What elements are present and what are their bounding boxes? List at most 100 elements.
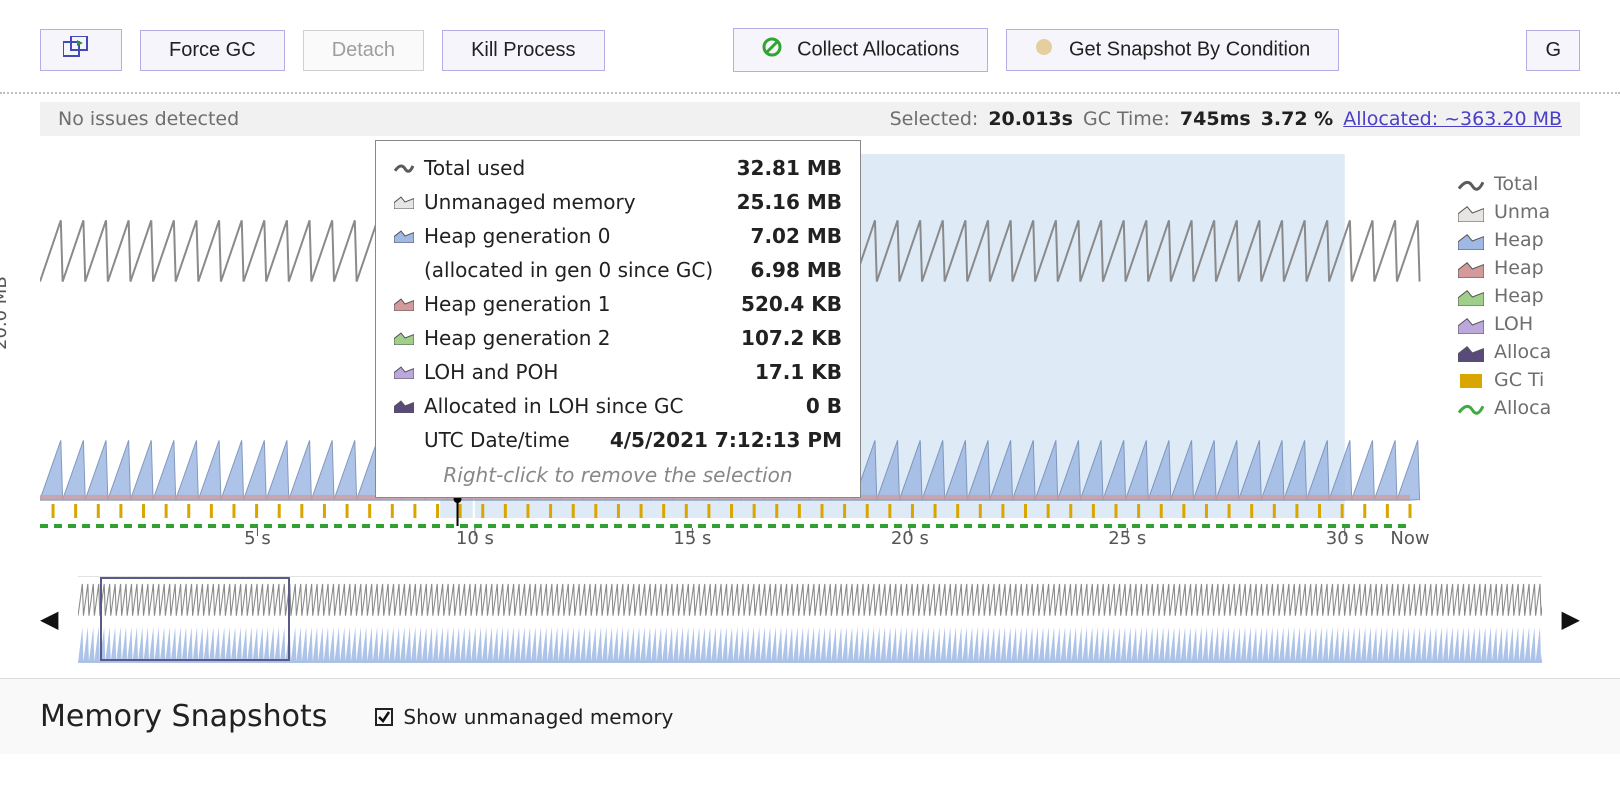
x-tick: 25 s xyxy=(1108,528,1146,549)
selected-label: Selected: xyxy=(890,108,979,130)
swatch-icon xyxy=(394,229,414,243)
tooltip-row-value: 7.02 MB xyxy=(751,224,842,248)
forbidden-icon xyxy=(762,37,782,63)
tooltip-row-value: 32.81 MB xyxy=(737,156,842,180)
profile-button[interactable] xyxy=(40,29,122,71)
x-tick: 20 s xyxy=(891,528,929,549)
toolbar: Force GC Detach Kill Process Collect All… xyxy=(0,0,1620,94)
legend-item[interactable]: Heap xyxy=(1458,226,1620,254)
tooltip-row-value: 4/5/2021 7:12:13 PM xyxy=(610,428,842,452)
legend-label: Heap xyxy=(1494,229,1544,251)
legend-item[interactable]: Total xyxy=(1458,170,1620,198)
gc-time-pct: 3.72 % xyxy=(1261,108,1334,130)
overview-svg xyxy=(78,577,1541,663)
tooltip-row-label: Total used xyxy=(424,156,525,180)
y-axis: 20.0 MB xyxy=(0,140,40,560)
show-unmanaged-label: Show unmanaged memory xyxy=(403,705,673,729)
swatch-icon xyxy=(394,399,414,413)
overview-selection[interactable] xyxy=(100,577,290,661)
tooltip-row-label: (allocated in gen 0 since GC) xyxy=(424,258,713,282)
tooltip-row-label: Unmanaged memory xyxy=(424,190,636,214)
snapshots-title: Memory Snapshots xyxy=(40,699,327,734)
legend-item[interactable]: LOH xyxy=(1458,310,1620,338)
swatch-icon xyxy=(1458,400,1484,416)
tooltip-row-label: Heap generation 0 xyxy=(424,224,611,248)
overview-right-icon[interactable]: ▶ xyxy=(1562,605,1580,633)
tooltip-row-label: UTC Date/time xyxy=(424,428,570,452)
legend-item[interactable]: GC Ti xyxy=(1458,366,1620,394)
tooltip-row-label: Heap generation 1 xyxy=(424,292,611,316)
detach-button: Detach xyxy=(303,30,424,71)
chart-legend: TotalUnmaHeapHeapHeapLOHAllocaGC TiAlloc… xyxy=(1450,140,1620,560)
show-unmanaged-checkbox[interactable]: Show unmanaged memory xyxy=(375,705,673,729)
x-tick: Now xyxy=(1390,528,1429,549)
tooltip-row: (allocated in gen 0 since GC)6.98 MB xyxy=(394,253,842,287)
legend-item[interactable]: Alloca xyxy=(1458,394,1620,422)
tooltip-row: Total used 32.81 MB xyxy=(394,151,842,185)
swatch-icon xyxy=(394,331,414,345)
collect-allocations-button[interactable]: Collect Allocations xyxy=(733,28,989,72)
swatch-icon xyxy=(1458,316,1484,332)
x-axis: 5 s 10 s 15 s 20 s 25 s 30 s Now xyxy=(40,528,1450,564)
allocated-link[interactable]: Allocated: ~363.20 MB xyxy=(1343,108,1562,130)
x-tick: 5 s xyxy=(244,528,271,549)
tooltip-row: UTC Date/time 4/5/2021 7:12:13 PM xyxy=(394,423,842,457)
tooltip-hint: Right-click to remove the selection xyxy=(394,457,842,489)
swatch-icon xyxy=(1458,204,1484,220)
swatch-icon xyxy=(1458,176,1484,192)
tooltip-row-value: 25.16 MB xyxy=(737,190,842,214)
legend-item[interactable]: Unma xyxy=(1458,198,1620,226)
legend-label: Alloca xyxy=(1494,397,1551,419)
tooltip-row: Heap generation 1 520.4 KB xyxy=(394,287,842,321)
snapshots-bar: Memory Snapshots Show unmanaged memory xyxy=(0,678,1620,754)
swatch-icon xyxy=(394,195,414,209)
x-tick: 15 s xyxy=(673,528,711,549)
tooltip-row-label: LOH and POH xyxy=(424,360,558,384)
overview-left-icon[interactable]: ◀ xyxy=(40,605,58,633)
tooltip-row-value: 520.4 KB xyxy=(741,292,842,316)
memory-chart[interactable]: 20.0 MB Total used 32.81 MB Unmanaged memo… xyxy=(0,140,1620,560)
swatch-icon xyxy=(394,365,414,379)
y-axis-label: 20.0 MB xyxy=(0,276,11,350)
tooltip-row-value: 107.2 KB xyxy=(741,326,842,350)
kill-process-button[interactable]: Kill Process xyxy=(442,30,604,71)
gc-time-label: GC Time: xyxy=(1083,108,1170,130)
snapshot-condition-label: Get Snapshot By Condition xyxy=(1069,38,1310,60)
selected-value: 20.013s xyxy=(988,108,1073,130)
overview-strip[interactable]: ◀ ▶ xyxy=(40,574,1580,664)
extra-button[interactable]: G xyxy=(1526,30,1580,71)
issues-status: No issues detected xyxy=(58,108,890,130)
swatch-icon xyxy=(394,161,414,175)
collect-allocations-label: Collect Allocations xyxy=(797,38,959,60)
x-tick: 30 s xyxy=(1326,528,1364,549)
plot-area[interactable]: Total used 32.81 MB Unmanaged memory 25.16 … xyxy=(40,140,1450,560)
legend-label: Total xyxy=(1494,173,1538,195)
tooltip-row-value: 0 B xyxy=(806,394,842,418)
snapshot-condition-button[interactable]: Get Snapshot By Condition xyxy=(1006,29,1339,71)
legend-item[interactable]: Heap xyxy=(1458,254,1620,282)
tooltip-row-label: Allocated in LOH since GC xyxy=(424,394,683,418)
legend-label: Unma xyxy=(1494,201,1550,223)
swatch-icon xyxy=(1458,344,1484,360)
tooltip-row: Unmanaged memory 25.16 MB xyxy=(394,185,842,219)
gc-time-value: 745ms xyxy=(1180,108,1251,130)
info-bar: No issues detected Selected: 20.013s GC … xyxy=(40,102,1580,136)
force-gc-button[interactable]: Force GC xyxy=(140,30,285,71)
tooltip-row: Heap generation 2107.2 KB xyxy=(394,321,842,355)
legend-item[interactable]: Alloca xyxy=(1458,338,1620,366)
swatch-icon xyxy=(394,433,414,447)
swatch-icon xyxy=(394,263,414,277)
legend-item[interactable]: Heap xyxy=(1458,282,1620,310)
tooltip-row-value: 17.1 KB xyxy=(755,360,842,384)
checkbox-icon xyxy=(375,708,393,726)
legend-label: GC Ti xyxy=(1494,369,1544,391)
swatch-icon xyxy=(394,297,414,311)
swatch-icon xyxy=(1458,288,1484,304)
legend-label: Heap xyxy=(1494,257,1544,279)
swatch-icon xyxy=(1458,372,1484,388)
x-tick: 10 s xyxy=(456,528,494,549)
swatch-icon xyxy=(1458,232,1484,248)
tooltip-row: LOH and POH 17.1 KB xyxy=(394,355,842,389)
overview-track[interactable] xyxy=(78,576,1541,662)
profiler-icon xyxy=(63,36,89,64)
